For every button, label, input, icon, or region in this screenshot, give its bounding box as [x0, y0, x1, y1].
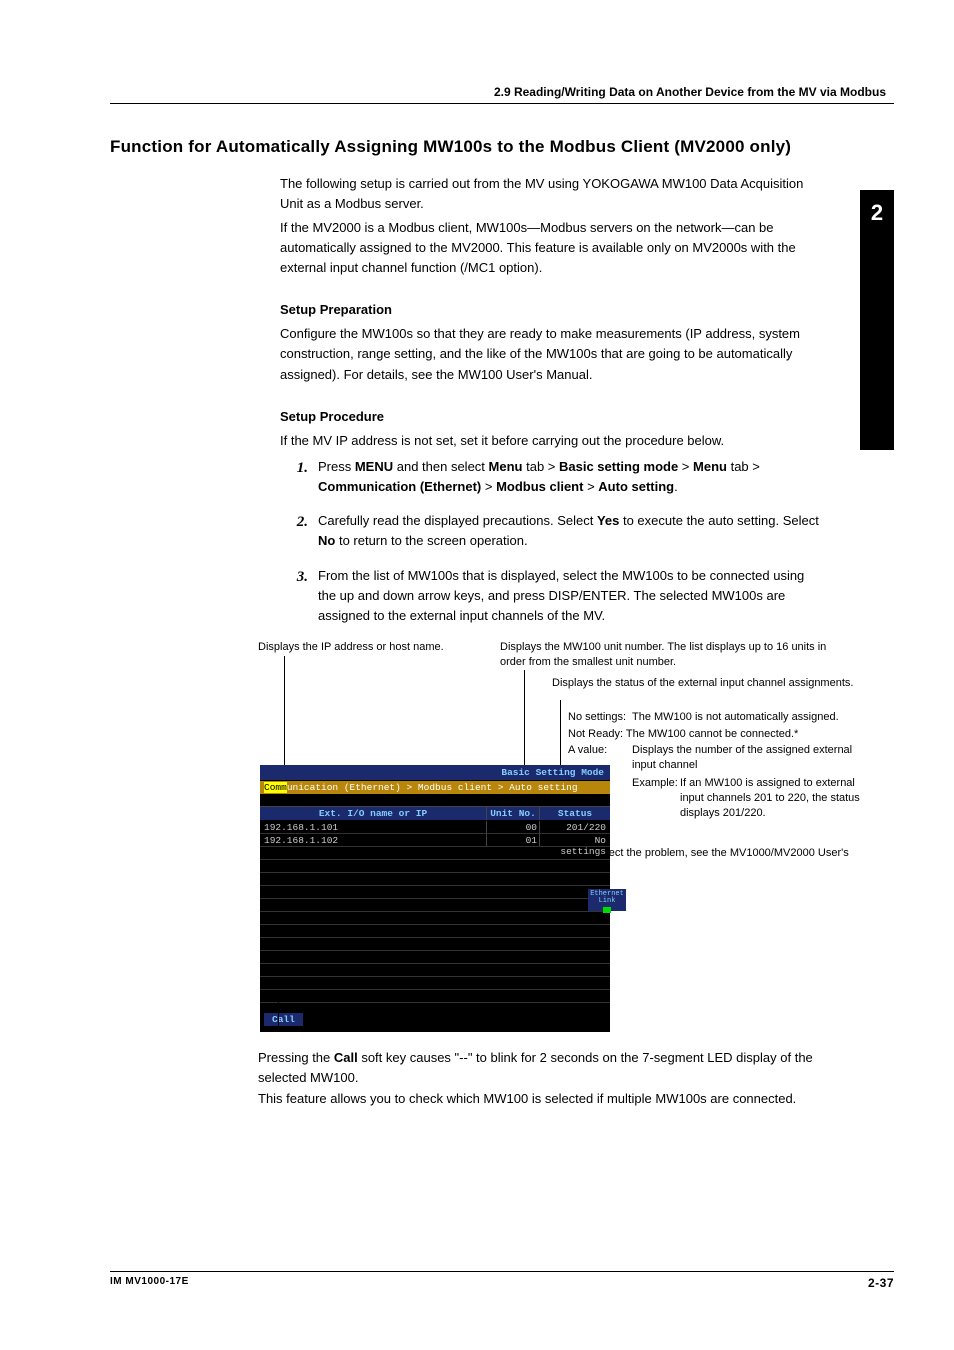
table-row[interactable]: 192.168.1.102 01 No settings: [260, 834, 610, 847]
section-header: 2.9 Reading/Writing Data on Another Devi…: [110, 85, 894, 104]
table-row: [260, 938, 610, 951]
correct-note: To correct the problem, see the MV1000/M…: [568, 847, 849, 874]
page-footer: IM MV1000-17E 2-37: [110, 1271, 894, 1290]
nosettings-val: The MW100 is not automatically assigned.: [632, 710, 868, 725]
post-p1: Pressing the Call soft key causes "--" t…: [258, 1048, 848, 1087]
col-header-unit: Unit No.: [486, 807, 540, 820]
example-key: Example:: [632, 776, 680, 822]
call-softkey[interactable]: Call: [264, 1013, 303, 1026]
notready: Not Ready: The MW100 cannot be connected…: [568, 727, 868, 742]
table-row: [260, 847, 610, 860]
footer-doc-id: IM MV1000-17E: [110, 1276, 189, 1290]
col-header-status: Status: [540, 807, 610, 820]
table-row: [260, 964, 610, 977]
link-led-icon: [603, 907, 611, 913]
setup-proc-heading: Setup Procedure: [280, 407, 825, 427]
leader-line: [278, 1000, 279, 1030]
ethernet-link-icon: Ethernet Link: [588, 889, 626, 911]
table-row[interactable]: 192.168.1.101 00 201/220: [260, 821, 610, 834]
step-1: 1. Press MENU and then select Menu tab >…: [280, 457, 825, 497]
post-p2: This feature allows you to check which M…: [258, 1089, 848, 1109]
callout-unit: Displays the MW100 unit number. The list…: [500, 640, 850, 671]
example-val: If an MW100 is assigned to external inpu…: [680, 776, 868, 822]
step-3: 3. From the list of MW100s that is displ…: [280, 566, 825, 626]
table-row: [260, 990, 610, 1003]
table-row: [260, 912, 610, 925]
table-row: [260, 886, 610, 899]
chapter-title: Using the Ethernet Interface: [876, 244, 890, 404]
intro-p1: The following setup is carried out from …: [280, 174, 825, 214]
table-row: [260, 860, 610, 873]
ss-mode: Basic Setting Mode: [260, 765, 610, 781]
setup-prep-heading: Setup Preparation: [280, 300, 825, 320]
callout-ip: Displays the IP address or host name.: [258, 640, 488, 655]
table-row: [260, 977, 610, 990]
value-val: Displays the number of the assigned exte…: [632, 743, 868, 774]
callout-status-head: Displays the status of the external inpu…: [552, 676, 872, 691]
col-header-name: Ext. I/O name or IP: [260, 807, 486, 820]
step-2: 2. Carefully read the displayed precauti…: [280, 511, 825, 551]
ss-breadcrumb: Communication (Ethernet) > Modbus client…: [260, 781, 610, 794]
table-row: [260, 925, 610, 938]
table-row: [260, 899, 610, 912]
footer-page-num: 2-37: [868, 1276, 894, 1290]
intro-p2: If the MV2000 is a Modbus client, MW100s…: [280, 218, 825, 278]
setup-proc-intro: If the MV IP address is not set, set it …: [280, 431, 825, 451]
table-row: [260, 951, 610, 964]
device-screenshot: Basic Setting Mode Communication (Ethern…: [260, 765, 610, 1032]
nosettings-key: No settings:: [568, 710, 632, 725]
table-row: [260, 873, 610, 886]
setup-prep-text: Configure the MW100s so that they are re…: [280, 324, 825, 384]
page-title: Function for Automatically Assigning MW1…: [110, 134, 894, 160]
chapter-number: 2: [860, 190, 894, 226]
